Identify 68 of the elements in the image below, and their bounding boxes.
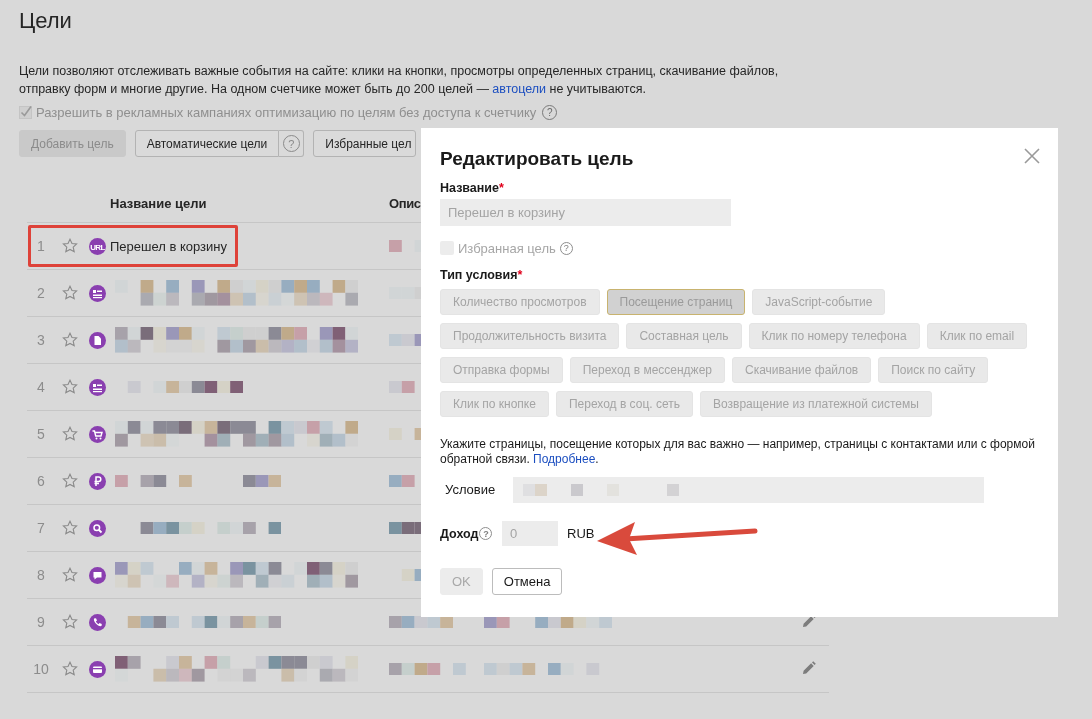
condition-type-button[interactable]: Поиск по сайту (878, 357, 989, 383)
row-number: 6 (27, 457, 55, 505)
row-number: 2 (27, 269, 55, 317)
condition-type-button[interactable]: Возвращение из платежной системы (700, 391, 932, 417)
condition-type-button[interactable]: Переход в мессенджер (569, 357, 725, 383)
pencil-icon[interactable] (802, 660, 816, 675)
star-icon[interactable] (62, 614, 78, 630)
row-number: 5 (27, 410, 55, 458)
star-icon[interactable] (62, 520, 78, 536)
toolbar-button[interactable]: Избранные цел (313, 130, 417, 157)
condition-type-button[interactable]: Клик по кнопке (440, 391, 549, 417)
condition-field[interactable] (513, 476, 984, 503)
condition-type-button[interactable]: Продолжительность визита (440, 323, 620, 349)
toolbar-button[interactable]: Автоматические цели (134, 130, 280, 157)
dialog-title: Редактировать цель (440, 148, 634, 170)
star-icon[interactable] (62, 379, 78, 395)
row-number: 3 (27, 316, 55, 364)
condition-type-button[interactable]: Скачивание файлов (732, 357, 872, 383)
column-header: Название цели (110, 196, 207, 211)
star-icon[interactable] (62, 661, 78, 677)
star-icon[interactable] (62, 285, 78, 301)
star-icon[interactable] (62, 238, 78, 254)
chat-icon (89, 566, 106, 584)
row-number: 8 (27, 551, 55, 599)
condition-type-button[interactable]: Клик по email (926, 323, 1028, 349)
search-icon (89, 519, 106, 537)
card-icon (89, 660, 106, 678)
list-icon (89, 284, 106, 302)
help-button[interactable]: ? (279, 130, 305, 157)
income-field[interactable]: 0 (502, 521, 558, 546)
checkbox-label: Избранная цель (458, 240, 556, 256)
ruble-icon (89, 472, 106, 490)
url-badge-text: URL (90, 242, 105, 251)
file-icon (89, 331, 106, 349)
field-label: Название (440, 181, 499, 197)
star-icon[interactable] (62, 473, 78, 489)
condition-type-button[interactable]: JavaScript-событие (752, 289, 886, 315)
field-label: Доход (440, 526, 479, 541)
row-number: 7 (27, 504, 55, 552)
column-header: Опис (389, 196, 421, 211)
field-label: Тип условия (440, 268, 518, 284)
row-number: 1 (27, 222, 55, 270)
condition-type-button[interactable]: Количество просмотров (440, 289, 600, 315)
checkbox-label: Разрешить в рекламных кампаниях оптимизацию по целям без доступа к счетчику (36, 104, 537, 120)
required-mark: * (499, 181, 504, 197)
row-number: 10 (27, 645, 55, 693)
condition-type-button[interactable]: Клик по номеру телефона (748, 323, 920, 349)
page-title: Цели (19, 9, 73, 35)
condition-type-button[interactable]: Переход в соц. сеть (555, 391, 693, 417)
close-icon[interactable] (1024, 148, 1040, 164)
goal-name[interactable]: Перешел в корзину (110, 238, 228, 254)
star-icon[interactable] (62, 426, 78, 442)
row-number: 9 (27, 598, 55, 646)
hint-text: Укажите страницы, посещение которых для вас важно — например, страницы с контактами или с формой обратной связи. Подробнее. (440, 437, 1036, 467)
row-number: 4 (27, 363, 55, 411)
intro-text: Цели позволяют отслеживать важные события на сайте: клики на кнопки, просмотры определенных страниц, скачивание файлов, отправку форм и многие другие. На одном счетчике может быть до 200 целей — автоцели не учитываются. (19, 63, 780, 98)
list-icon (89, 378, 106, 396)
condition-type-button[interactable]: Отправка формы (440, 357, 563, 383)
cart-icon (89, 425, 106, 443)
autogoals-link[interactable]: автоцели (492, 82, 547, 96)
star-icon[interactable] (62, 332, 78, 348)
currency-label: RUB (567, 526, 595, 541)
required-mark: * (517, 268, 523, 284)
star-icon[interactable] (62, 567, 78, 583)
dialog-button[interactable]: Отмена (491, 568, 563, 595)
condition-type-button[interactable]: Составная цель (626, 323, 742, 349)
phone-icon (89, 613, 106, 631)
field-label: Условие (444, 482, 497, 497)
